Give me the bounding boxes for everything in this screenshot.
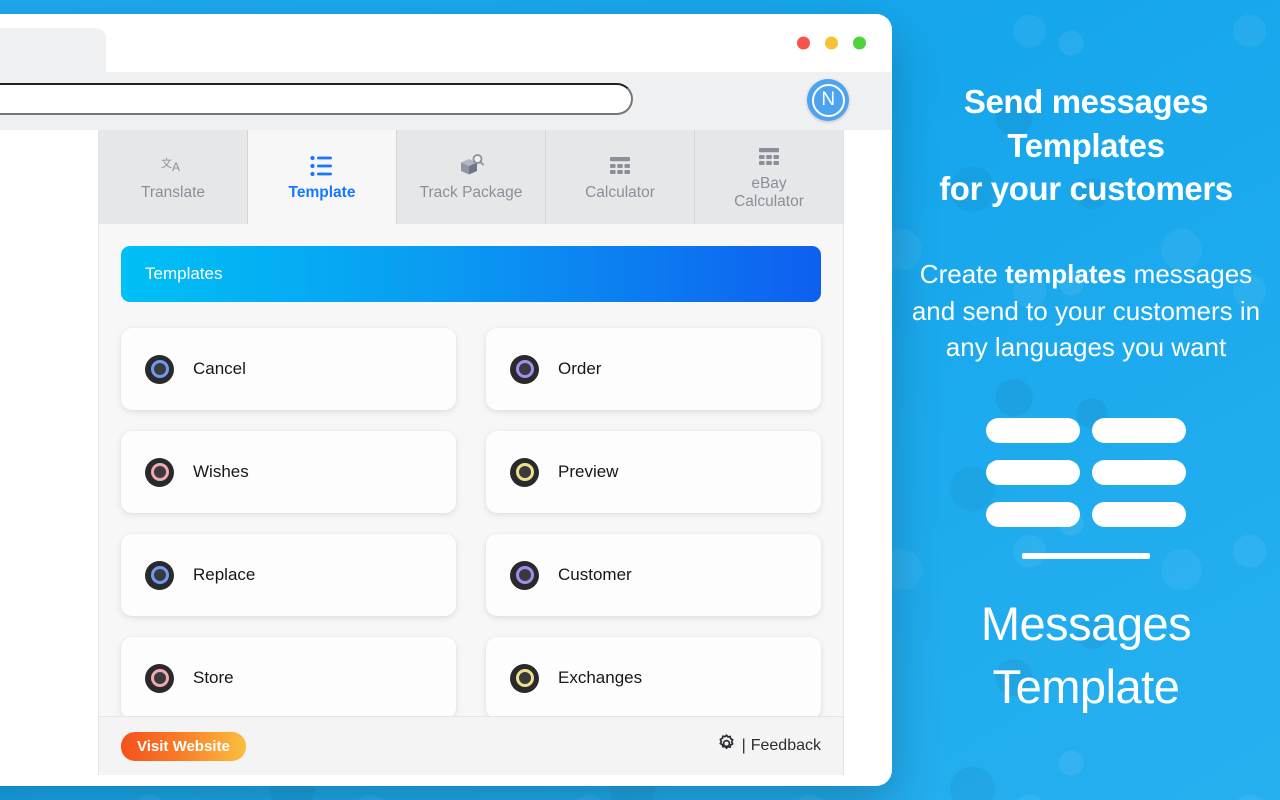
templates-grid: Cancel Order Wishes Preview Replace Cust… bbox=[121, 328, 821, 719]
template-label: Wishes bbox=[193, 462, 249, 481]
close-button[interactable] bbox=[797, 36, 810, 50]
gear-icon bbox=[716, 733, 737, 759]
template-card[interactable]: Replace bbox=[121, 534, 456, 616]
promo-footer-text: Messages Template bbox=[904, 593, 1268, 718]
promo-panel: Send messages Templates for your custome… bbox=[892, 0, 1280, 800]
tab-label: Calculator bbox=[585, 183, 655, 201]
popup-footer: Visit Website | Feedback bbox=[99, 716, 843, 775]
extension-badge-letter: N bbox=[811, 83, 845, 117]
promo-footer-line: Template bbox=[992, 659, 1180, 713]
promo-footer-line: Messages bbox=[980, 597, 1192, 651]
template-card[interactable]: Order bbox=[486, 328, 821, 410]
translate-icon: 文 A bbox=[161, 153, 185, 179]
template-label: Cancel bbox=[193, 359, 246, 378]
promo-divider bbox=[1022, 553, 1150, 560]
template-card[interactable]: Cancel bbox=[121, 328, 456, 410]
promo-subtitle: Create templates messages and send to yo… bbox=[904, 256, 1268, 367]
templates-section-header: Templates bbox=[121, 246, 821, 302]
record-circle-icon bbox=[145, 560, 174, 590]
promo-pill bbox=[1092, 460, 1186, 486]
promo-title: Send messages Templates for your custome… bbox=[904, 80, 1268, 211]
record-circle-icon bbox=[145, 457, 174, 487]
template-label: Replace bbox=[193, 565, 256, 584]
calculator-icon bbox=[608, 153, 632, 179]
promo-subtitle-bold: templates bbox=[1005, 258, 1127, 289]
screenshot-root: N 文 A Translate Template Track Package C… bbox=[0, 0, 1280, 800]
browser-toolbar: N bbox=[0, 72, 892, 130]
svg-text:文: 文 bbox=[161, 156, 172, 170]
record-circle-icon bbox=[145, 663, 174, 693]
promo-pill-grid bbox=[986, 418, 1186, 528]
maximize-button[interactable] bbox=[853, 36, 866, 50]
calculator-icon bbox=[757, 144, 781, 170]
tab-label: eBay Calculator bbox=[734, 175, 804, 210]
feedback-label: Feedback bbox=[750, 737, 821, 754]
promo-title-line: for your customers bbox=[939, 170, 1233, 208]
tab-track-package[interactable]: Track Package bbox=[397, 130, 546, 224]
minimize-button[interactable] bbox=[825, 36, 838, 50]
package-search-icon bbox=[457, 153, 485, 179]
template-label: Customer bbox=[558, 565, 632, 584]
extension-badge[interactable]: N bbox=[807, 79, 849, 121]
template-label: Preview bbox=[558, 462, 619, 481]
template-card[interactable]: Customer bbox=[486, 534, 821, 616]
extension-popup: 文 A Translate Template Track Package Cal… bbox=[98, 130, 844, 775]
template-card[interactable]: Store bbox=[121, 637, 456, 719]
record-circle-icon bbox=[145, 354, 174, 384]
template-card[interactable]: Exchanges bbox=[486, 637, 821, 719]
browser-tab[interactable] bbox=[0, 28, 106, 72]
promo-title-line: Send messages bbox=[963, 83, 1209, 120]
promo-pill bbox=[1092, 418, 1186, 444]
tab-calculator[interactable]: Calculator bbox=[546, 130, 695, 224]
promo-pill bbox=[1092, 502, 1186, 528]
template-card[interactable]: Wishes bbox=[121, 431, 456, 513]
tab-template[interactable]: Template bbox=[248, 130, 397, 224]
record-circle-icon bbox=[510, 560, 539, 590]
tab-label: Translate bbox=[140, 183, 206, 201]
tab-ebay-calculator[interactable]: eBay Calculator bbox=[695, 130, 843, 224]
record-circle-icon bbox=[510, 663, 539, 693]
list-icon bbox=[310, 153, 334, 179]
template-label: Exchanges bbox=[558, 668, 643, 687]
feedback-separator: | bbox=[741, 737, 746, 754]
templates-section-title: Templates bbox=[145, 264, 223, 283]
tab-label: Track Package bbox=[419, 183, 523, 201]
record-circle-icon bbox=[510, 354, 539, 384]
template-label: Store bbox=[193, 668, 234, 687]
record-circle-icon bbox=[510, 457, 539, 487]
address-bar[interactable] bbox=[0, 83, 633, 115]
promo-subtitle-pre: Create bbox=[919, 258, 1006, 289]
promo-pill bbox=[986, 460, 1080, 486]
template-label: Order bbox=[558, 359, 602, 378]
tab-translate[interactable]: 文 A Translate bbox=[99, 130, 248, 224]
promo-title-line: Templates bbox=[1007, 126, 1165, 164]
browser-titlebar bbox=[0, 14, 892, 72]
promo-pill bbox=[986, 502, 1080, 528]
visit-website-button[interactable]: Visit Website bbox=[121, 731, 246, 761]
tab-label: Template bbox=[288, 183, 356, 201]
promo-pill bbox=[986, 418, 1080, 444]
popup-tabstrip: 文 A Translate Template Track Package Cal… bbox=[99, 130, 843, 224]
feedback-link[interactable]: | Feedback bbox=[716, 733, 821, 759]
window-controls bbox=[797, 36, 866, 50]
svg-text:A: A bbox=[172, 160, 180, 174]
browser-window: N 文 A Translate Template Track Package C… bbox=[0, 14, 892, 786]
popup-content: Templates Cancel Order Wishes Preview Re… bbox=[99, 224, 843, 719]
template-card[interactable]: Preview bbox=[486, 431, 821, 513]
